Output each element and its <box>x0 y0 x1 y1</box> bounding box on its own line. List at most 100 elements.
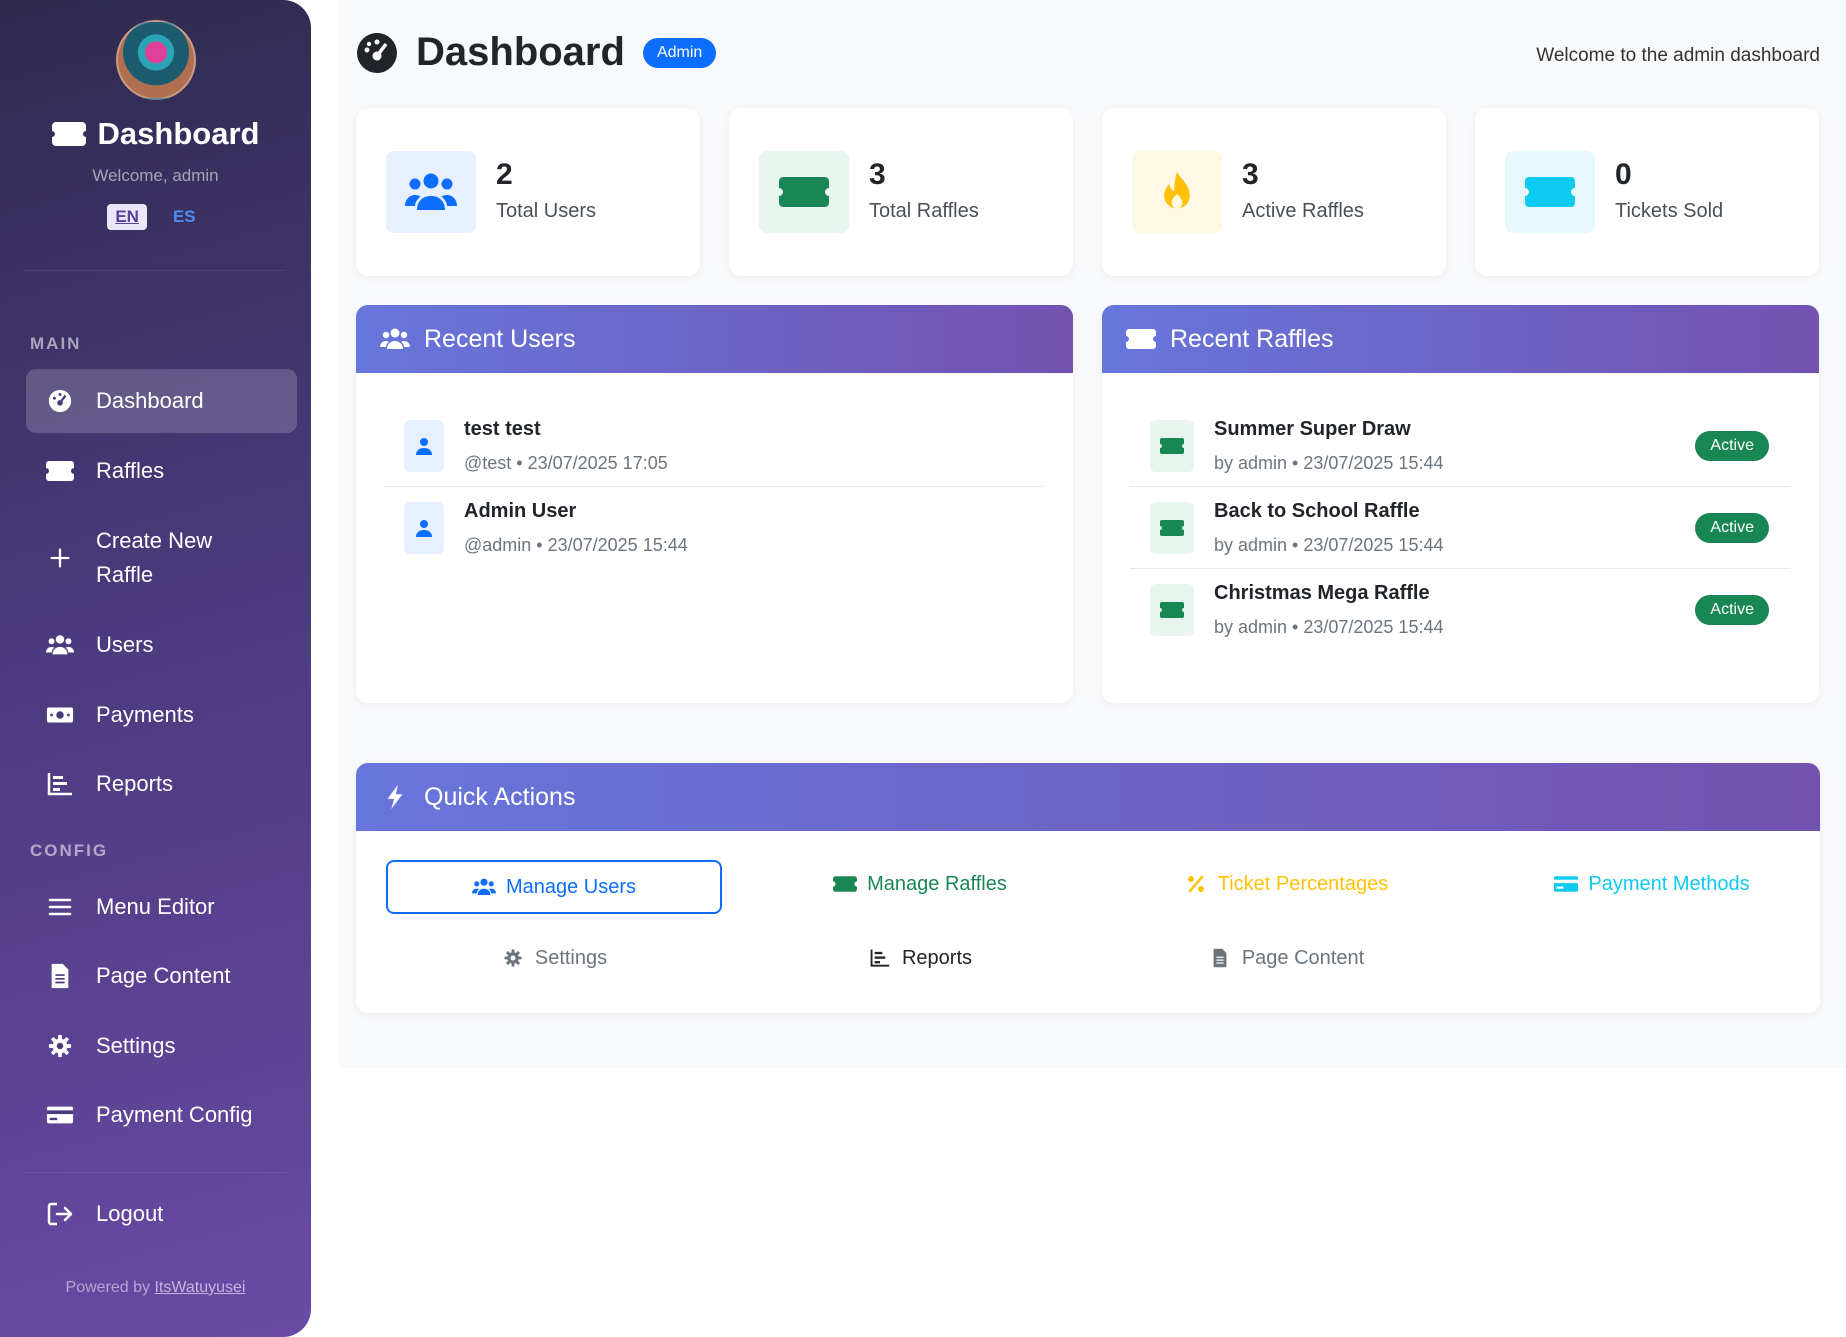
panel-title: Recent Users <box>424 324 576 353</box>
language-switcher: EN ES <box>0 204 311 230</box>
bolt-icon <box>387 784 403 810</box>
page-content-button[interactable]: Page Content <box>1118 931 1454 985</box>
raffle-icon-bg <box>1150 584 1194 636</box>
status-badge: Active <box>1695 430 1769 461</box>
lang-es-link[interactable]: ES <box>165 204 204 230</box>
sidebar-item-dashboard[interactable]: Dashboard <box>26 369 297 433</box>
sidebar-item-label: Menu Editor <box>96 894 215 919</box>
create-line2: Raffle <box>96 562 154 587</box>
ticket-icon <box>833 876 858 892</box>
page-header: Dashboard Admin <box>356 30 717 75</box>
user-icon <box>416 520 432 537</box>
ticket-icon <box>1160 602 1184 618</box>
list-item[interactable]: test test @test • 23/07/2025 17:05 <box>384 405 1045 487</box>
raffle-name: Summer Super Draw <box>1214 417 1411 440</box>
sidebar-title-text: Dashboard <box>97 116 260 151</box>
admin-badge: Admin <box>642 37 717 68</box>
sidebar-divider <box>25 270 286 271</box>
sidebar-item-label: Dashboard <box>96 388 204 413</box>
gauge-icon <box>357 32 397 73</box>
stat-value: 2 <box>496 158 513 191</box>
credit-card-icon <box>1554 876 1579 892</box>
panel-title: Quick Actions <box>424 782 576 811</box>
panel-header: Quick Actions <box>356 763 1820 831</box>
sidebar-item-label: Payments <box>96 702 194 727</box>
sidebar-footer: Powered by ItsWatuyusei <box>0 1279 311 1297</box>
section-main: MAIN <box>30 334 82 353</box>
button-label: Manage Users <box>505 875 637 898</box>
sidebar-item-reports[interactable]: Reports <box>26 765 297 803</box>
list-item[interactable]: Admin User @admin • 23/07/2025 15:44 <box>384 487 1045 569</box>
footer-link[interactable]: ItsWatuyusei <box>154 1279 245 1296</box>
button-label: Reports <box>901 946 973 969</box>
settings-button[interactable]: Settings <box>386 931 722 985</box>
sidebar-item-payment-config[interactable]: Payment Config <box>26 1096 297 1134</box>
sidebar-item-label: Users <box>96 632 154 657</box>
payment-methods-button[interactable]: Payment Methods <box>1484 857 1820 911</box>
list-item[interactable]: Summer Super Draw by admin • 23/07/2025 … <box>1130 405 1791 487</box>
sidebar-item-menu-editor[interactable]: Menu Editor <box>26 888 297 926</box>
list-item[interactable]: Back to School Raffle by admin • 23/07/2… <box>1130 487 1791 569</box>
ticket-icon <box>1160 519 1184 536</box>
sign-out-icon <box>47 1202 73 1226</box>
sidebar-title: Dashboard <box>0 116 311 152</box>
sidebar-item-create-raffle[interactable]: Create New Raffle <box>26 520 297 596</box>
stat-icon-bg <box>759 151 849 233</box>
button-label: Ticket Percentages <box>1217 872 1389 895</box>
percent-icon <box>1187 875 1204 893</box>
quick-actions-panel: Quick Actions Manage Users Manage Raffle… <box>356 763 1820 1013</box>
raffle-meta: by admin • 23/07/2025 15:44 <box>1214 617 1444 637</box>
sidebar-item-users[interactable]: Users <box>26 626 297 664</box>
sidebar-divider <box>25 1172 286 1173</box>
sidebar-item-page-content[interactable]: Page Content <box>26 957 297 995</box>
stat-card-active-raffles: 3 Active Raffles <box>1102 108 1446 276</box>
page-title: Dashboard <box>416 30 625 74</box>
plus-icon <box>50 548 70 568</box>
users-icon <box>471 878 496 895</box>
panel-title: Recent Raffles <box>1170 324 1334 353</box>
stat-value: 3 <box>1242 158 1259 191</box>
user-name: Admin User <box>464 500 577 522</box>
button-label: Manage Raffles <box>867 872 1007 895</box>
list-item[interactable]: Christmas Mega Raffle by admin • 23/07/2… <box>1130 569 1791 651</box>
stat-icon-bg <box>1132 151 1222 233</box>
sidebar-item-label: Payment Config <box>96 1102 253 1127</box>
user-avatar <box>404 419 444 472</box>
stat-icon-bg <box>1505 151 1595 233</box>
users-icon <box>46 635 74 655</box>
stat-card-tickets-sold: 0 Tickets Sold <box>1475 108 1819 276</box>
raffle-meta: by admin • 23/07/2025 15:44 <box>1214 534 1444 555</box>
manage-users-button[interactable]: Manage Users <box>386 860 722 914</box>
create-line1: Create New <box>96 528 213 553</box>
status-badge: Active <box>1695 512 1769 543</box>
status-badge: Active <box>1695 595 1769 625</box>
file-icon <box>1213 948 1227 968</box>
stat-label: Active Raffles <box>1242 200 1364 222</box>
gauge-icon <box>48 389 72 413</box>
sidebar-item-logout[interactable]: Logout <box>26 1195 297 1233</box>
raffle-icon-bg <box>1150 501 1194 554</box>
ticket-icon <box>1525 177 1575 207</box>
recent-raffles-panel: Recent Raffles Summer Super Draw by admi… <box>1102 305 1819 703</box>
stat-card-total-users: 2 Total Users <box>356 108 700 276</box>
sidebar-item-settings[interactable]: Settings <box>26 1027 297 1065</box>
user-icon <box>416 437 432 455</box>
panel-header: Recent Users <box>356 305 1073 373</box>
stat-card-total-raffles: 3 Total Raffles <box>729 108 1073 276</box>
bar-chart-icon <box>47 773 72 796</box>
manage-raffles-button[interactable]: Manage Raffles <box>752 857 1088 911</box>
user-meta: @admin • 23/07/2025 15:44 <box>464 535 688 555</box>
reports-button[interactable]: Reports <box>752 931 1088 985</box>
welcome-text: Welcome to the admin dashboard <box>1536 45 1820 66</box>
ticket-percentages-button[interactable]: Ticket Percentages <box>1118 857 1454 911</box>
sidebar-item-raffles[interactable]: Raffles <box>26 452 297 490</box>
lang-en-link[interactable]: EN <box>107 204 147 230</box>
panel-header: Recent Raffles <box>1102 305 1819 373</box>
gear-icon <box>504 949 522 967</box>
button-label: Payment Methods <box>1588 872 1750 895</box>
sidebar-item-payments[interactable]: Payments <box>26 696 297 734</box>
users-icon <box>380 328 410 349</box>
sidebar-welcome: Welcome, admin <box>92 166 219 185</box>
raffle-icon-bg <box>1150 419 1194 472</box>
sidebar-item-label: Settings <box>96 1033 176 1058</box>
